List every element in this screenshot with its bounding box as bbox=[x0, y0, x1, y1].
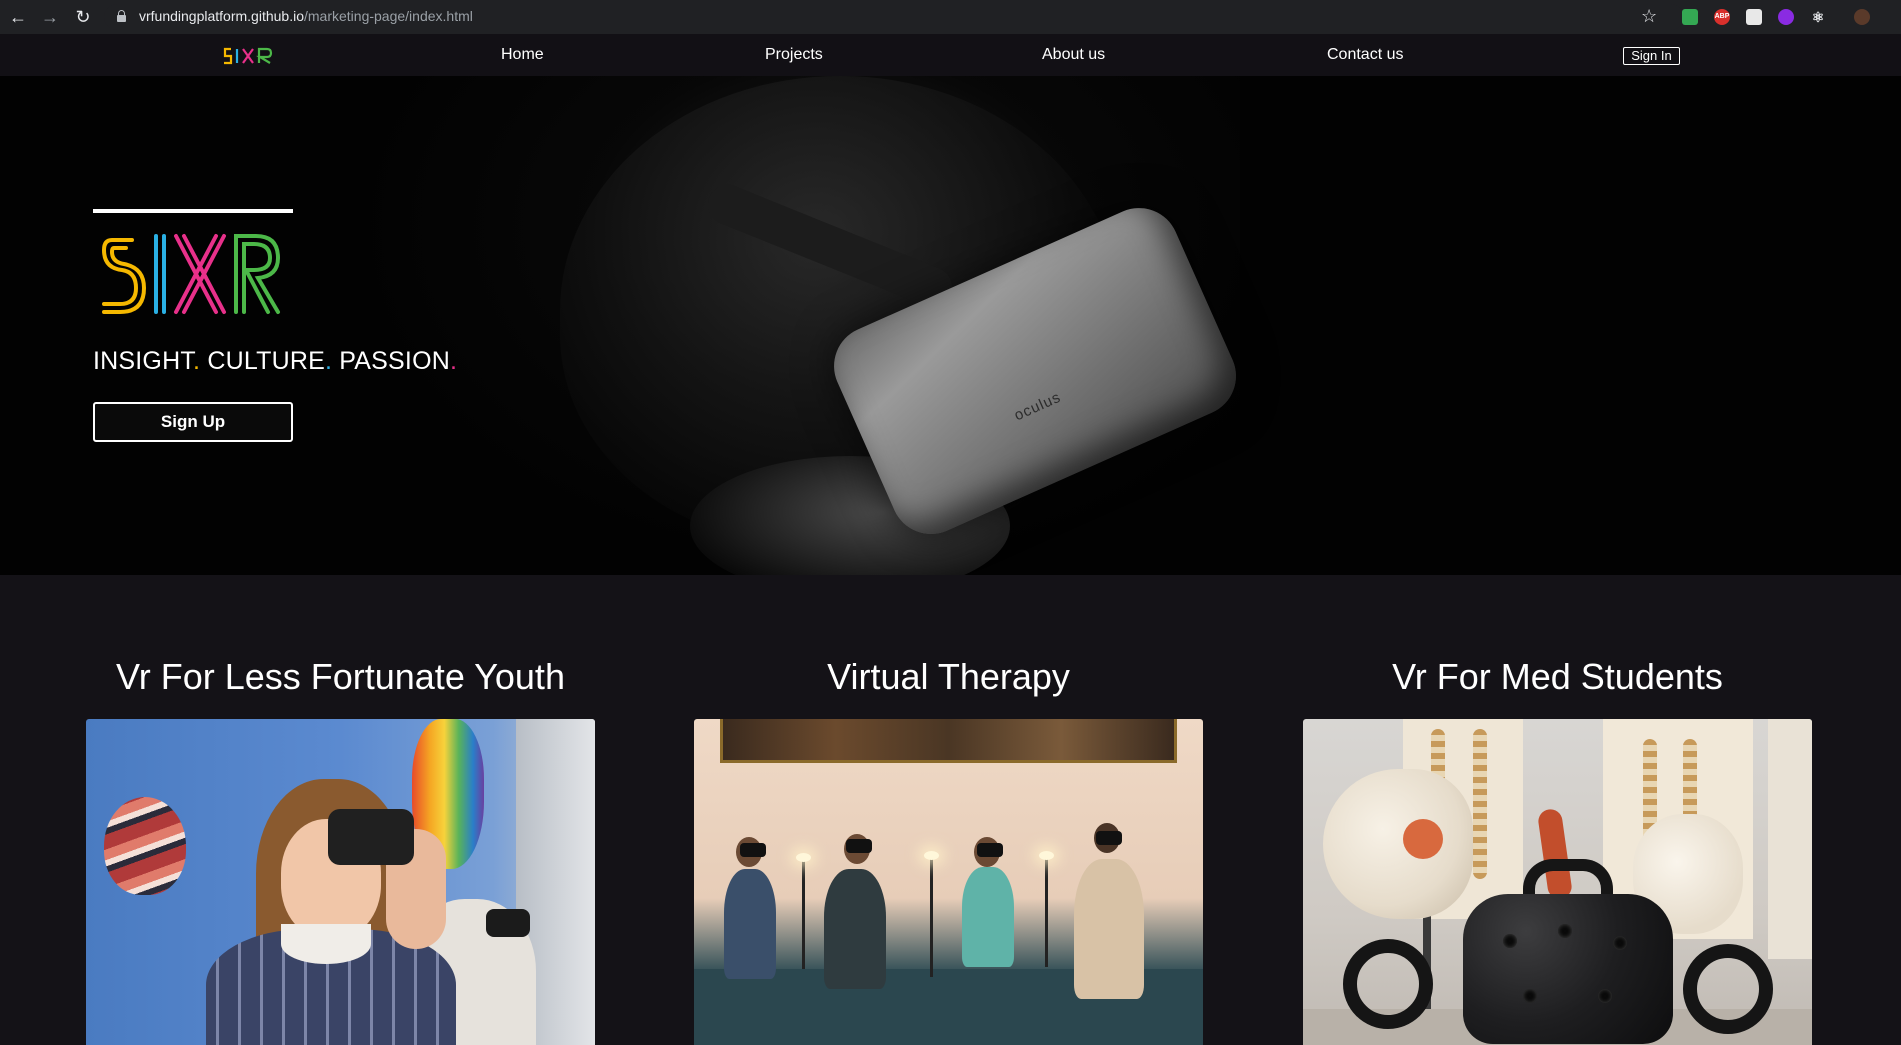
tagline-dot: . bbox=[193, 347, 201, 375]
nav-link-projects[interactable]: Projects bbox=[765, 46, 823, 64]
url-text[interactable]: vrfundingplatform.github.io/marketing-pa… bbox=[139, 8, 473, 24]
profile-avatar-icon[interactable] bbox=[1854, 9, 1870, 25]
lock-icon[interactable] bbox=[117, 10, 126, 22]
project-image-med[interactable] bbox=[1303, 719, 1812, 1045]
hero-divider bbox=[93, 209, 293, 213]
forward-arrow-icon[interactable]: → bbox=[40, 7, 60, 27]
tagline-word-insight: INSIGHT bbox=[93, 347, 194, 375]
adblock-label: ABP bbox=[1714, 13, 1730, 20]
project-image-therapy[interactable] bbox=[694, 719, 1203, 1045]
project-title-med[interactable]: Vr For Med Students bbox=[1303, 656, 1812, 698]
back-arrow-icon[interactable]: ← bbox=[8, 7, 28, 27]
react-devtools-icon[interactable]: ⚛ bbox=[1810, 9, 1826, 25]
reload-icon[interactable]: ↻ bbox=[73, 7, 93, 27]
site-navbar bbox=[0, 34, 1901, 76]
tagline-dot: . bbox=[324, 347, 333, 375]
project-title-youth[interactable]: Vr For Less Fortunate Youth bbox=[86, 656, 595, 698]
signin-button[interactable]: Sign In bbox=[1623, 47, 1680, 65]
tagline-word-passion: PASSION bbox=[339, 347, 450, 375]
url-host: vrfundingplatform.github.io bbox=[139, 8, 304, 24]
star-icon[interactable]: ☆ bbox=[1641, 6, 1657, 27]
hero-tagline: INSIGHT. CULTURE. PASSION. bbox=[93, 347, 457, 376]
nav-link-contact[interactable]: Contact us bbox=[1327, 46, 1403, 64]
nav-logo[interactable] bbox=[222, 46, 274, 66]
vpn-extension-icon[interactable] bbox=[1778, 9, 1794, 25]
hero-logo bbox=[101, 234, 281, 314]
nav-link-about[interactable]: About us bbox=[1042, 46, 1105, 64]
sheets-extension-icon[interactable] bbox=[1682, 9, 1698, 25]
nav-link-home[interactable]: Home bbox=[501, 46, 544, 64]
url-path: /marketing-page/index.html bbox=[304, 8, 473, 24]
project-image-youth[interactable] bbox=[86, 719, 595, 1045]
project-title-therapy[interactable]: Virtual Therapy bbox=[694, 656, 1203, 698]
tagline-dot: . bbox=[449, 347, 458, 375]
pdf-extension-icon[interactable] bbox=[1746, 9, 1762, 25]
signup-button[interactable]: Sign Up bbox=[93, 402, 293, 442]
tagline-word-culture: CULTURE bbox=[207, 347, 325, 375]
hero-banner: oculus bbox=[0, 76, 1901, 575]
adblock-plus-icon[interactable]: ABP bbox=[1714, 9, 1730, 25]
